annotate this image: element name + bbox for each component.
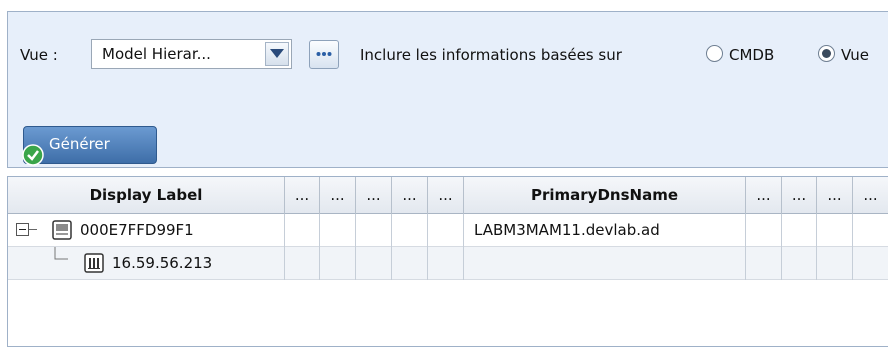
table-cell [285, 247, 320, 280]
column-header-collapsed[interactable]: ... [782, 177, 817, 214]
display-label-text: 000E7FFD99F1 [80, 221, 194, 239]
collapse-tree-icon[interactable] [16, 223, 38, 237]
generate-button[interactable]: Générer [22, 126, 157, 166]
browse-views-button[interactable] [309, 40, 339, 69]
radio-cmdb-label[interactable]: CMDB [729, 46, 774, 64]
check-icon [22, 144, 44, 166]
generate-panel: Vue : Model Hierar... Inclure les inform… [7, 11, 888, 168]
display-label-text: 16.59.56.213 [112, 254, 213, 272]
table-cell [817, 247, 853, 280]
column-header-collapsed[interactable]: ... [285, 177, 320, 214]
table-cell [428, 247, 464, 280]
column-header-display-label[interactable]: Display Label [8, 177, 285, 214]
results-table: Display Label ... ... ... ... ... Primar… [7, 176, 888, 347]
column-header-collapsed[interactable]: ... [746, 177, 782, 214]
primary-dns-name-cell [464, 247, 746, 280]
view-select[interactable]: Model Hierar... [91, 39, 292, 69]
view-label: Vue : [20, 46, 58, 64]
ip-address-icon [84, 253, 104, 273]
table-cell [782, 247, 817, 280]
column-header-collapsed[interactable]: ... [853, 177, 888, 214]
primary-dns-name-cell: LABM3MAM11.devlab.ad [464, 214, 746, 247]
table-cell [817, 214, 853, 247]
column-header-collapsed[interactable]: ... [356, 177, 392, 214]
column-header-collapsed[interactable]: ... [320, 177, 356, 214]
table-cell [320, 247, 356, 280]
primary-dns-name-text: LABM3MAM11.devlab.ad [474, 221, 660, 239]
display-label-cell: 000E7FFD99F1 [8, 214, 285, 247]
table-cell [285, 214, 320, 247]
column-header-collapsed[interactable]: ... [428, 177, 464, 214]
table-header: Display Label ... ... ... ... ... Primar… [8, 177, 888, 214]
table-cell [746, 214, 782, 247]
table-cell [428, 214, 464, 247]
generate-button-label: Générer [49, 135, 110, 153]
table-cell [746, 247, 782, 280]
table-cell [356, 247, 392, 280]
column-header-collapsed[interactable]: ... [392, 177, 428, 214]
ellipsis-icon [316, 52, 332, 56]
computer-node-icon [52, 220, 72, 240]
dropdown-arrow-button[interactable] [265, 42, 289, 66]
radio-selected-dot [822, 49, 831, 58]
table-cell [853, 247, 888, 280]
column-header-collapsed[interactable]: ... [817, 177, 853, 214]
table-cell [853, 214, 888, 247]
include-label: Inclure les informations basées sur [360, 46, 622, 64]
column-header-primary-dns-name[interactable]: PrimaryDnsName [464, 177, 746, 214]
table-cell [392, 247, 428, 280]
table-row[interactable]: 16.59.56.213 [8, 247, 888, 280]
table-cell [782, 214, 817, 247]
table-cell [392, 214, 428, 247]
table-cell [356, 214, 392, 247]
view-select-value: Model Hierar... [102, 45, 211, 63]
tree-connector-line [54, 247, 68, 260]
radio-cmdb[interactable] [706, 45, 723, 62]
radio-vue-label[interactable]: Vue [841, 46, 869, 64]
chevron-down-icon [270, 49, 284, 58]
table-row[interactable]: 000E7FFD99F1 LABM3MAM11.devlab.ad [8, 214, 888, 247]
table-cell [320, 214, 356, 247]
display-label-cell: 16.59.56.213 [8, 247, 285, 280]
radio-vue[interactable] [818, 45, 835, 62]
